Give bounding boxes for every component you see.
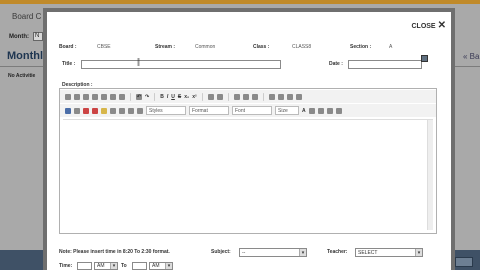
bold-icon[interactable]: B	[160, 94, 164, 100]
toolbar-separator	[130, 92, 131, 101]
date-input[interactable]	[348, 60, 422, 69]
time-label: Time:	[59, 263, 73, 269]
back-link[interactable]: « Ba	[463, 52, 479, 61]
board-value: CBSE	[97, 44, 111, 50]
toolbar-separator	[227, 92, 229, 101]
editor-toolbar-row-1: ↶ ↷ B I U S x₂ x²	[60, 90, 436, 103]
toolbar-separator	[262, 92, 264, 101]
align-right-icon[interactable]	[286, 93, 293, 100]
format-dropdown[interactable]: Format	[189, 106, 229, 115]
superscript-icon[interactable]: x²	[192, 94, 196, 100]
spellcheck-icon[interactable]	[119, 93, 125, 100]
unlink-icon[interactable]	[74, 107, 80, 114]
subject-select[interactable]: -- ▾	[239, 248, 307, 257]
italic-icon[interactable]: I	[167, 94, 168, 100]
align-left-icon[interactable]	[268, 93, 275, 100]
horizontal-rule-icon[interactable]	[119, 107, 125, 114]
title-input[interactable]	[81, 60, 281, 69]
smiley-icon[interactable]	[128, 107, 134, 114]
month-label: Month:	[9, 34, 29, 40]
close-label: CLOSE	[411, 22, 436, 30]
class-label: Class :	[253, 44, 270, 50]
chevron-down-icon: ▾	[299, 249, 306, 256]
subject-label: Subject:	[211, 249, 231, 255]
ampm-to-value: AM	[152, 263, 160, 269]
flash-icon[interactable]	[101, 107, 107, 114]
class-value: CLASS8	[292, 44, 312, 50]
chevron-down-icon: ▾	[110, 263, 117, 269]
paste-icon[interactable]	[83, 93, 89, 100]
right-divider	[454, 66, 480, 67]
toolbar-separator	[154, 92, 156, 101]
time-to-ampm[interactable]: AM ▾	[149, 262, 173, 270]
print-icon[interactable]	[110, 93, 116, 100]
justify-icon[interactable]	[295, 93, 302, 100]
outdent-icon[interactable]	[233, 93, 240, 100]
show-blocks-icon[interactable]	[326, 107, 333, 114]
title-label: Title :	[62, 61, 76, 67]
align-center-icon[interactable]	[277, 93, 284, 100]
link-icon[interactable]	[65, 107, 71, 114]
teacher-value: SELECT	[358, 249, 378, 256]
background-color-icon[interactable]	[308, 107, 315, 114]
about-icon[interactable]	[335, 107, 342, 114]
blockquote-icon[interactable]	[251, 93, 258, 100]
stream-label: Stream :	[155, 44, 176, 50]
bulleted-list-icon[interactable]	[216, 93, 223, 100]
anchor-icon[interactable]	[83, 107, 89, 114]
subject-value: --	[242, 249, 246, 256]
close-button[interactable]: CLOSE ✕	[411, 20, 446, 31]
section-value: A	[389, 44, 393, 50]
toolbar-separator	[201, 92, 203, 101]
styles-dropdown[interactable]: Styles	[146, 106, 186, 115]
no-activities-text: No Activitie	[8, 73, 36, 79]
text-color-icon[interactable]: A	[302, 108, 306, 114]
font-dropdown[interactable]: Font	[232, 106, 272, 115]
description-editor: ↶ ↷ B I U S x₂ x² Styles Format Font Siz	[59, 88, 437, 234]
time-to-input[interactable]	[132, 262, 147, 270]
indent-icon[interactable]	[242, 93, 249, 100]
date-label: Date :	[329, 61, 343, 67]
undo-icon[interactable]: ↶	[136, 93, 142, 100]
copy-icon[interactable]	[74, 93, 80, 100]
time-to-label: To	[121, 263, 127, 269]
maximize-icon[interactable]	[317, 107, 324, 114]
cut-icon[interactable]	[65, 93, 71, 100]
footer-button[interactable]	[455, 257, 473, 267]
time-from-ampm[interactable]: AM ▾	[94, 262, 118, 270]
strike-icon[interactable]: S	[178, 94, 181, 100]
paste-text-icon[interactable]	[92, 93, 98, 100]
editor-toolbar-row-2: Styles Format Font Size A	[60, 104, 436, 117]
section-label: Section :	[350, 44, 372, 50]
month-select[interactable]: N	[33, 32, 43, 41]
text-cursor-icon	[137, 58, 140, 66]
title-divider	[0, 66, 44, 67]
chevron-down-icon: ▾	[165, 263, 172, 269]
numbered-list-icon[interactable]	[207, 93, 214, 100]
close-icon: ✕	[437, 20, 446, 31]
editor-content-area[interactable]	[63, 119, 433, 230]
time-from-input[interactable]	[77, 262, 92, 270]
subscript-icon[interactable]: x₂	[184, 94, 189, 100]
teacher-select[interactable]: SELECT ▾	[355, 248, 423, 257]
chevron-down-icon: ▾	[415, 249, 422, 256]
calendar-icon[interactable]	[421, 55, 428, 62]
board-label: Board :	[59, 44, 77, 50]
size-dropdown[interactable]: Size	[275, 106, 299, 115]
top-nav-bar	[0, 0, 480, 4]
redo-icon[interactable]: ↷	[145, 94, 149, 100]
image-icon[interactable]	[92, 107, 98, 114]
ampm-from-value: AM	[97, 263, 105, 269]
teacher-label: Teacher:	[327, 249, 348, 255]
special-char-icon[interactable]	[137, 107, 143, 114]
editor-scrollbar[interactable]	[427, 120, 433, 230]
paste-word-icon[interactable]	[101, 93, 107, 100]
table-icon[interactable]	[110, 107, 116, 114]
stream-value: Common	[195, 44, 216, 50]
time-format-note: Note: Please insert time in 8:20 To 2:30…	[59, 249, 170, 255]
underline-icon[interactable]: U	[171, 94, 175, 100]
page-title: Monthl	[7, 50, 44, 62]
breadcrumb: Board C	[12, 12, 42, 21]
